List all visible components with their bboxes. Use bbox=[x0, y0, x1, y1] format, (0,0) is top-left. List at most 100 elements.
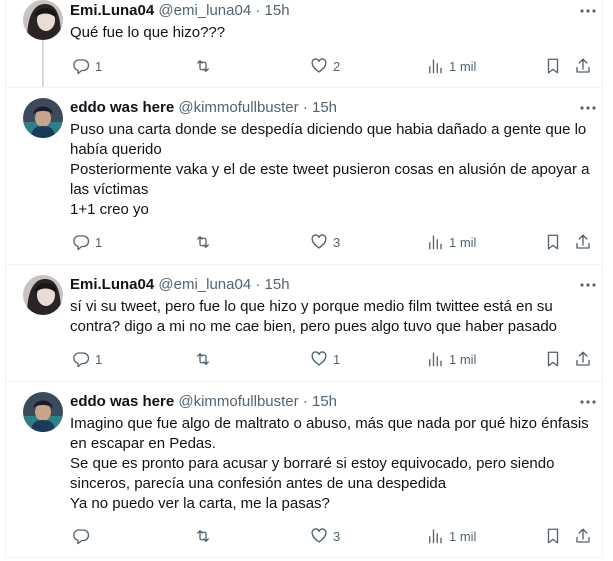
tweet-reply[interactable]: Emi.Luna04 @emi_luna04 · 15h Qué fue lo … bbox=[6, 0, 602, 88]
tweet-text: Imagino que fue algo de maltrato o abuso… bbox=[70, 414, 590, 514]
tweet-reply[interactable]: Emi.Luna04 @emi_luna04 · 15h sí vi su tw… bbox=[6, 265, 602, 382]
conversation-thread: Emi.Luna04 @emi_luna04 · 15h Qué fue lo … bbox=[5, 0, 603, 558]
reply-count: 1 bbox=[95, 234, 103, 250]
tweet-text: Qué fue lo que hizo??? bbox=[70, 23, 590, 43]
avatar-eddo[interactable] bbox=[23, 98, 63, 138]
views-button[interactable]: 1 mil bbox=[426, 232, 476, 252]
share-icon bbox=[576, 351, 590, 366]
more-options-icon[interactable] bbox=[578, 392, 598, 412]
bookmark-icon bbox=[547, 351, 559, 367]
like-button[interactable]: 3 bbox=[310, 232, 340, 252]
share-icon bbox=[576, 234, 590, 249]
avatar-eddo[interactable] bbox=[23, 392, 63, 432]
views-button[interactable]: 1 mil bbox=[426, 526, 476, 546]
share-button[interactable] bbox=[574, 56, 592, 76]
retweet-button[interactable] bbox=[194, 232, 217, 252]
more-options-icon[interactable] bbox=[578, 1, 598, 21]
share-button[interactable] bbox=[574, 232, 592, 252]
separator-dot: · bbox=[255, 2, 261, 19]
reply-icon bbox=[73, 352, 90, 368]
tweet-paragraph: Qué fue lo que hizo??? bbox=[70, 24, 226, 41]
tweet-paragraph: Ya no puedo ver la carta, me la pasas? bbox=[70, 495, 330, 512]
reply-button[interactable]: 1 bbox=[72, 56, 102, 76]
heart-icon bbox=[311, 528, 327, 543]
separator-dot: · bbox=[255, 276, 261, 293]
like-count: 3 bbox=[333, 528, 341, 544]
reply-button[interactable]: 1 bbox=[72, 349, 102, 369]
reply-count: 1 bbox=[95, 351, 103, 367]
more-options-icon[interactable] bbox=[578, 98, 598, 118]
tweet-paragraph: Se que es pronto para acusar y borraré s… bbox=[70, 455, 555, 492]
action-bar: 1 2 1 mil bbox=[62, 56, 592, 76]
action-bar: 1 3 1 mil bbox=[62, 232, 592, 252]
like-count: 2 bbox=[333, 58, 341, 74]
timestamp[interactable]: 15h bbox=[312, 393, 337, 410]
bookmark-button[interactable] bbox=[544, 232, 562, 252]
author-name[interactable]: eddo was here bbox=[70, 393, 174, 410]
views-chart-icon bbox=[429, 235, 442, 250]
like-count: 1 bbox=[333, 351, 341, 367]
tweet-text: Puso una carta donde se despedía diciend… bbox=[70, 120, 590, 220]
bookmark-icon bbox=[547, 58, 559, 74]
author-handle[interactable]: @kimmofullbuster bbox=[178, 99, 298, 116]
share-icon bbox=[576, 528, 590, 543]
thread-line bbox=[42, 40, 44, 88]
action-bar: 3 1 mil bbox=[62, 526, 592, 546]
heart-icon bbox=[311, 234, 327, 249]
avatar-image bbox=[23, 98, 63, 138]
reply-icon bbox=[73, 59, 90, 75]
reply-icon bbox=[73, 529, 90, 545]
bookmark-button[interactable] bbox=[544, 526, 562, 546]
avatar-image bbox=[23, 0, 63, 40]
separator-dot: · bbox=[302, 99, 308, 116]
like-button[interactable]: 2 bbox=[310, 56, 340, 76]
timestamp[interactable]: 15h bbox=[265, 276, 290, 293]
tweet-text: sí vi su tweet, pero fue lo que hizo y p… bbox=[70, 297, 590, 337]
heart-icon bbox=[311, 58, 327, 73]
avatar-emi-luna04[interactable] bbox=[23, 0, 63, 40]
timestamp[interactable]: 15h bbox=[312, 99, 337, 116]
views-chart-icon bbox=[429, 529, 442, 544]
retweet-button[interactable] bbox=[194, 56, 217, 76]
views-button[interactable]: 1 mil bbox=[426, 349, 476, 369]
tweet-paragraph: Posteriormente vaka y el de este tweet p… bbox=[70, 161, 590, 198]
author-handle[interactable]: @emi_luna04 bbox=[158, 2, 251, 19]
tweet-paragraph: Puso una carta donde se despedía diciend… bbox=[70, 121, 587, 158]
like-button[interactable]: 1 bbox=[310, 349, 340, 369]
bookmark-icon bbox=[547, 234, 559, 250]
avatar-image bbox=[23, 392, 63, 432]
reply-button[interactable] bbox=[72, 526, 95, 546]
reply-button[interactable]: 1 bbox=[72, 232, 102, 252]
view-count: 1 mil bbox=[449, 58, 477, 74]
retweet-button[interactable] bbox=[194, 349, 217, 369]
share-button[interactable] bbox=[574, 349, 592, 369]
like-button[interactable]: 3 bbox=[310, 526, 340, 546]
avatar-emi-luna04[interactable] bbox=[23, 275, 63, 315]
retweet-icon bbox=[197, 353, 209, 365]
tweet-reply[interactable]: eddo was here @kimmofullbuster · 15h Pus… bbox=[6, 88, 602, 265]
share-button[interactable] bbox=[574, 526, 592, 546]
timestamp[interactable]: 15h bbox=[265, 2, 290, 19]
retweet-icon bbox=[197, 530, 209, 542]
retweet-button[interactable] bbox=[194, 526, 217, 546]
retweet-icon bbox=[197, 236, 209, 248]
bookmark-button[interactable] bbox=[544, 56, 562, 76]
separator-dot: · bbox=[302, 393, 308, 410]
action-bar: 1 1 1 mil bbox=[62, 349, 592, 369]
tweet-paragraph: Imagino que fue algo de maltrato o abuso… bbox=[70, 415, 589, 452]
more-options-icon[interactable] bbox=[578, 275, 598, 295]
like-count: 3 bbox=[333, 234, 341, 250]
reply-count: 1 bbox=[95, 58, 103, 74]
tweet-reply[interactable]: eddo was here @kimmofullbuster · 15h Ima… bbox=[6, 382, 602, 558]
views-chart-icon bbox=[429, 59, 442, 74]
author-handle[interactable]: @emi_luna04 bbox=[158, 276, 251, 293]
bookmark-button[interactable] bbox=[544, 349, 562, 369]
author-handle[interactable]: @kimmofullbuster bbox=[178, 393, 298, 410]
author-name[interactable]: Emi.Luna04 bbox=[70, 2, 154, 19]
views-button[interactable]: 1 mil bbox=[426, 56, 476, 76]
author-name[interactable]: Emi.Luna04 bbox=[70, 276, 154, 293]
bookmark-icon bbox=[547, 528, 559, 544]
author-name[interactable]: eddo was here bbox=[70, 99, 174, 116]
share-icon bbox=[576, 58, 590, 73]
view-count: 1 mil bbox=[449, 234, 477, 250]
